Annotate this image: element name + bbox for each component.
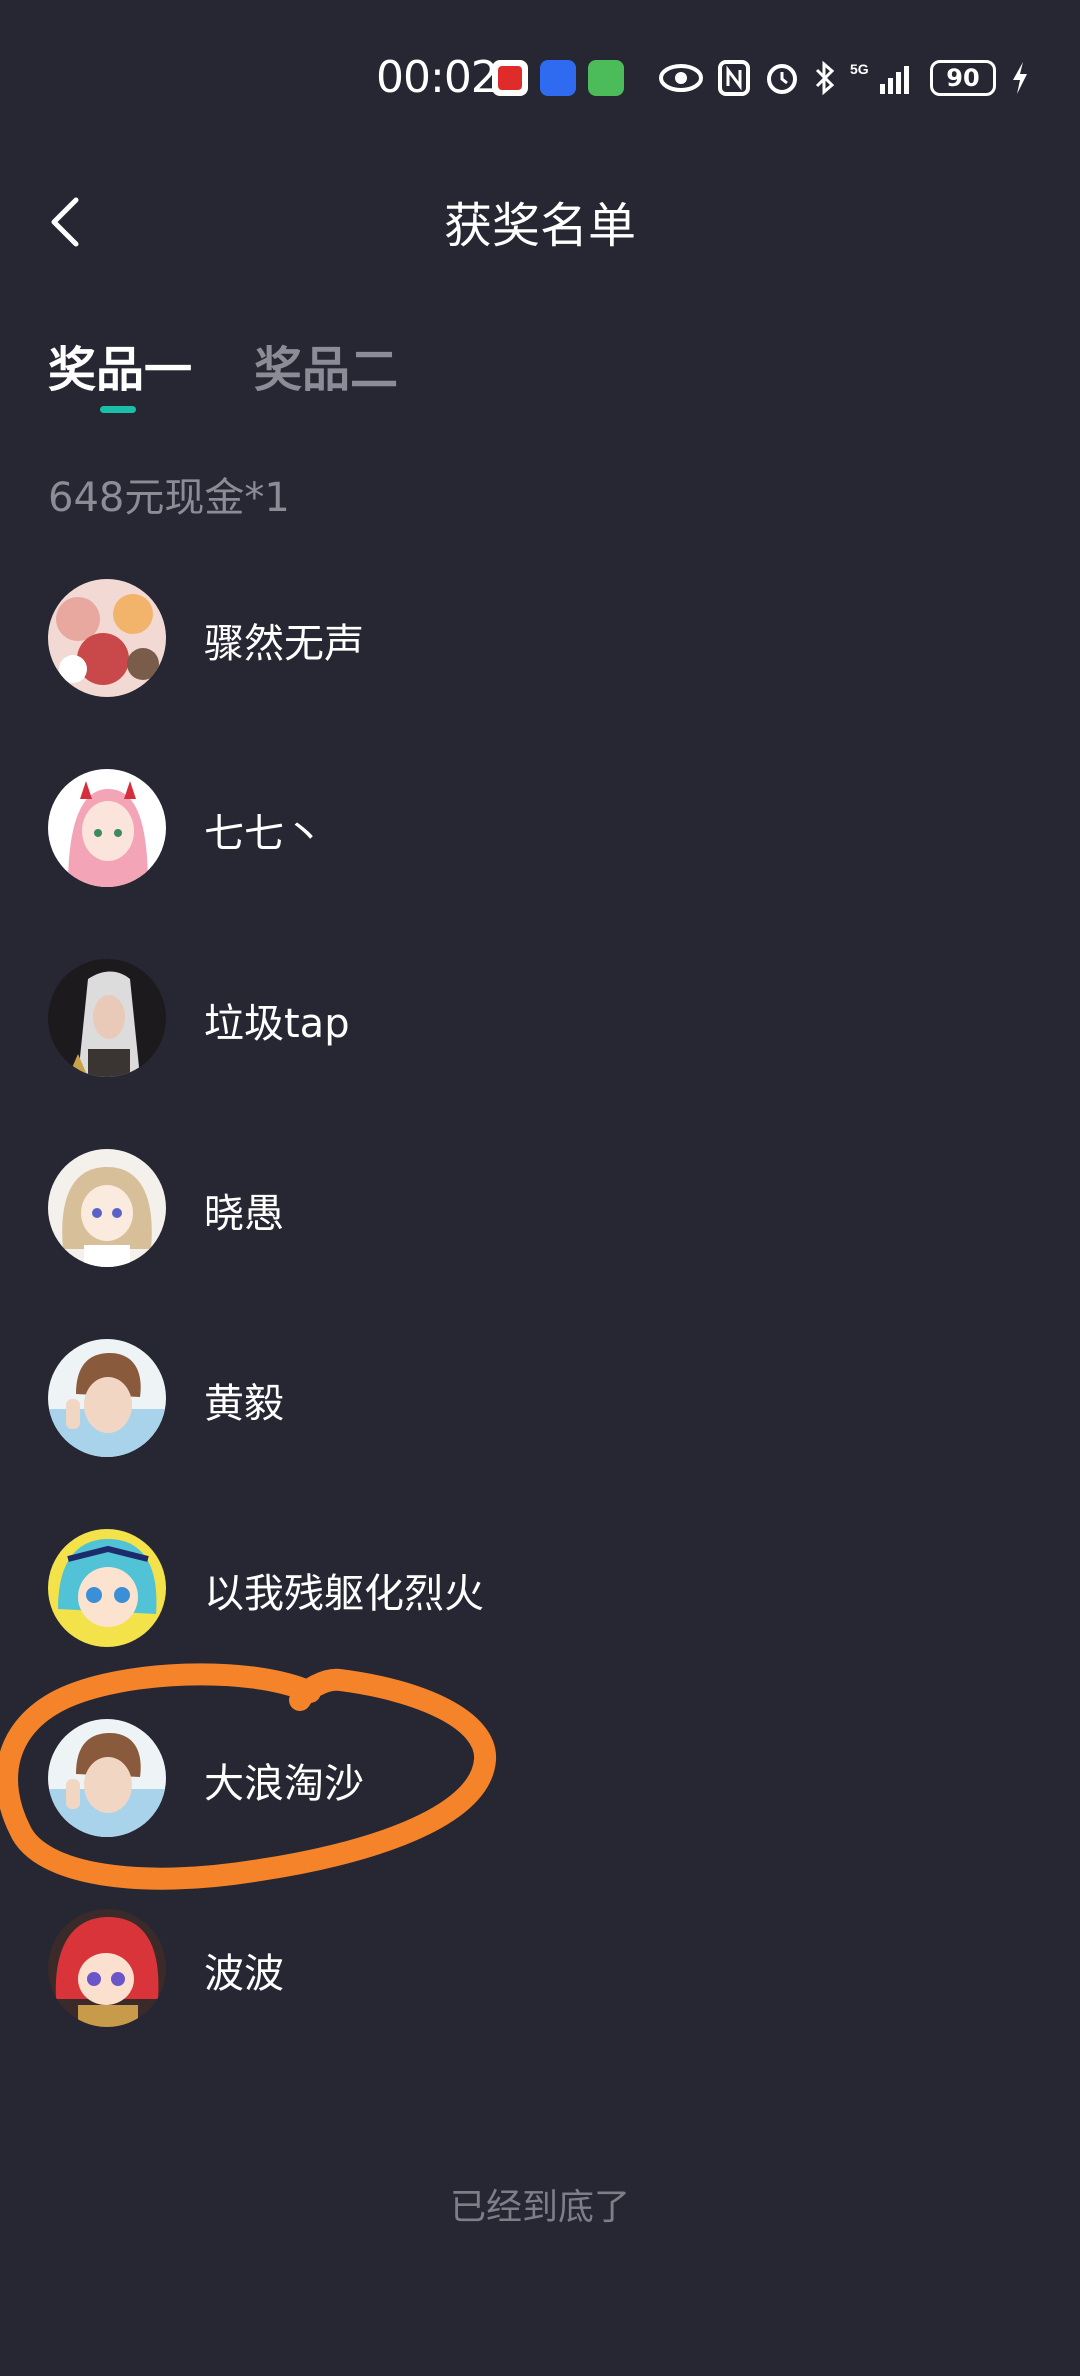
avatar[interactable]: [48, 1719, 166, 1837]
battery-icon: 90: [930, 60, 996, 96]
winner-name: 骤然无声: [204, 621, 364, 667]
active-tab-indicator: [100, 406, 136, 413]
end-of-list-text: 已经到底了: [449, 2187, 630, 2228]
avatar[interactable]: [48, 959, 166, 1077]
winner-name: 晓愚: [204, 1191, 284, 1237]
prize-tabs: 奖品一 奖品二: [48, 330, 398, 400]
nfc-icon: [718, 60, 750, 96]
tab-prize-two[interactable]: 奖品二: [254, 330, 398, 400]
tab-prize-one[interactable]: 奖品一: [48, 330, 192, 400]
winner-item[interactable]: 黄毅: [0, 1335, 1080, 1465]
winner-item[interactable]: 七七丶: [0, 765, 1080, 895]
audio-app-icon: [540, 60, 576, 96]
charging-icon: [1013, 62, 1027, 94]
winner-name: 大浪淘沙: [204, 1761, 364, 1807]
prize-label: 648元现金*1: [48, 475, 290, 521]
avatar[interactable]: [48, 579, 166, 697]
winner-item[interactable]: 以我残躯化烈火: [0, 1525, 1080, 1655]
winner-name: 七七丶: [204, 811, 324, 857]
assistant-app-icon: [588, 60, 624, 96]
winner-name: 以我残躯化烈火: [204, 1571, 484, 1617]
status-bar: 00:02 5G 90: [0, 0, 1080, 160]
news-app-icon: [492, 60, 528, 96]
avatar[interactable]: [48, 1909, 166, 2027]
svg-text:5G: 5G: [850, 61, 869, 77]
winner-name: 波波: [204, 1951, 284, 1997]
battery-level: 90: [946, 64, 980, 92]
status-icons: 5G 90: [658, 56, 1030, 100]
signal-5g-icon: 5G: [850, 61, 909, 94]
winner-item[interactable]: 波波: [0, 1905, 1080, 2035]
winner-item[interactable]: 大浪淘沙: [0, 1715, 1080, 1845]
alarm-icon: [767, 64, 797, 94]
winner-item[interactable]: 骤然无声: [0, 575, 1080, 705]
page-title: 获奖名单: [443, 198, 636, 254]
winner-name: 黄毅: [204, 1381, 284, 1427]
avatar[interactable]: [48, 769, 166, 887]
avatar[interactable]: [48, 1339, 166, 1457]
bluetooth-icon: [815, 60, 835, 96]
winner-item[interactable]: 垃圾tap: [0, 955, 1080, 1085]
avatar[interactable]: [48, 1529, 166, 1647]
winner-name: 垃圾tap: [204, 1001, 350, 1047]
eye-icon: [659, 64, 703, 92]
avatar[interactable]: [48, 1149, 166, 1267]
winner-item[interactable]: 晓愚: [0, 1145, 1080, 1275]
status-time: 00:02: [376, 52, 499, 103]
